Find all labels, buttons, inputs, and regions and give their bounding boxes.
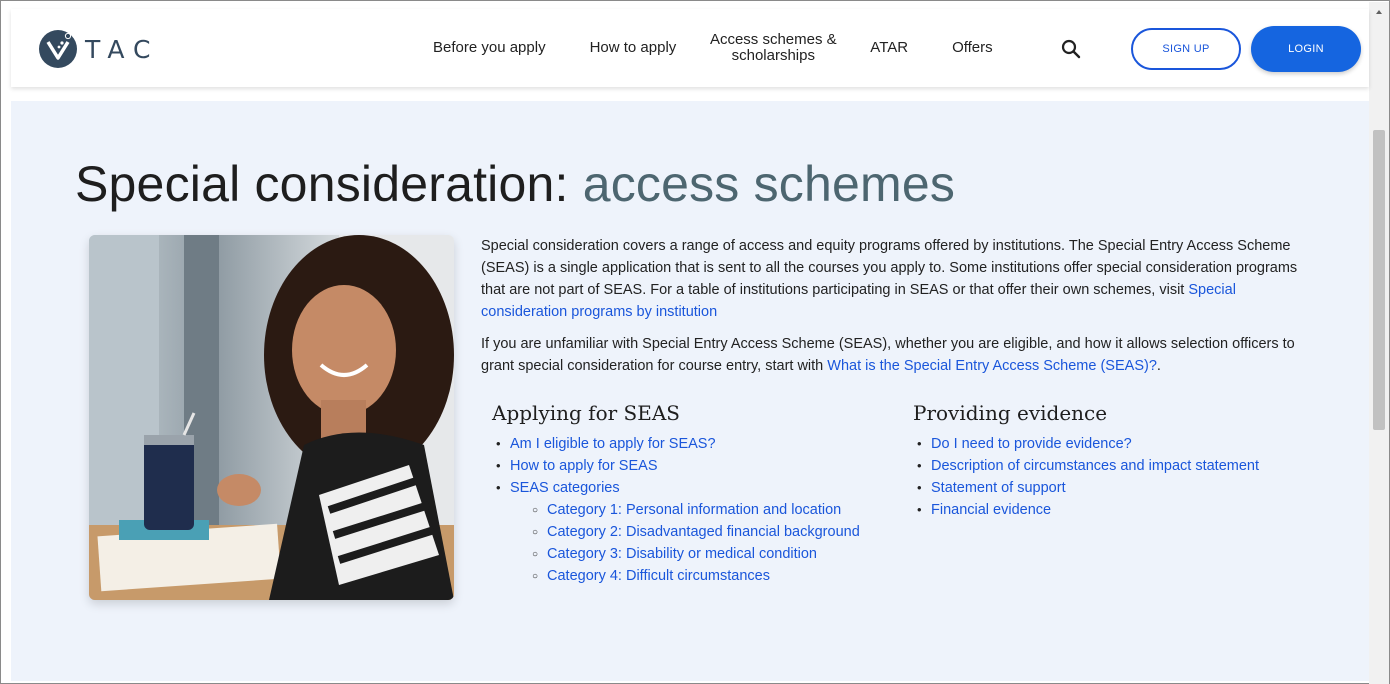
category-1-link[interactable]: Category 1: Personal information and loc…	[547, 502, 841, 518]
title-accent: access schemes	[582, 156, 956, 212]
browser-frame: TAC Before you apply How to apply Access…	[0, 0, 1390, 684]
how-to-apply-seas-link[interactable]: How to apply for SEAS	[510, 458, 658, 474]
evidence-section: Providing evidence Do I need to provide …	[913, 401, 1259, 521]
search-icon[interactable]	[1059, 37, 1083, 61]
category-3-link[interactable]: Category 3: Disability or medical condit…	[547, 546, 817, 562]
nav-access-schemes[interactable]: Access schemes & scholarships	[698, 32, 848, 64]
list-item: Am I eligible to apply for SEAS?	[492, 433, 860, 455]
vtac-logo-icon	[39, 30, 77, 68]
student-photo	[89, 235, 454, 600]
list-item: Category 1: Personal information and loc…	[492, 499, 860, 522]
login-button[interactable]: LOGIN	[1251, 26, 1361, 72]
list-item: Category 3: Disability or medical condit…	[492, 543, 860, 566]
applying-section: Applying for SEAS Am I eligible to apply…	[492, 401, 860, 588]
intro-1-text: Special consideration covers a range of …	[481, 238, 1298, 298]
applying-list: Am I eligible to apply for SEAS? How to …	[492, 433, 860, 588]
nav-before-you-apply[interactable]: Before you apply	[411, 40, 568, 56]
impact-statement-link[interactable]: Description of circumstances and impact …	[931, 458, 1259, 474]
list-item: Do I need to provide evidence?	[913, 433, 1259, 455]
list-item: Category 2: Disadvantaged financial back…	[492, 521, 860, 544]
applying-heading: Applying for SEAS	[492, 401, 680, 425]
intro-paragraph-2: If you are unfamiliar with Special Entry…	[481, 333, 1321, 377]
page-title: Special consideration: access schemes	[75, 155, 955, 213]
site-header: TAC Before you apply How to apply Access…	[11, 9, 1369, 87]
intro-2-end: .	[1156, 358, 1161, 374]
statement-of-support-link[interactable]: Statement of support	[931, 480, 1066, 496]
need-evidence-link[interactable]: Do I need to provide evidence?	[931, 436, 1132, 452]
logo-text: TAC	[85, 34, 160, 64]
nav-atar[interactable]: ATAR	[848, 40, 930, 56]
nav-how-to-apply[interactable]: How to apply	[568, 40, 699, 56]
category-2-link[interactable]: Category 2: Disadvantaged financial back…	[547, 524, 860, 540]
sign-up-button[interactable]: SIGN UP	[1131, 28, 1241, 70]
list-item: Financial evidence	[913, 499, 1259, 521]
seas-categories-link[interactable]: SEAS categories	[510, 480, 620, 496]
list-item: Description of circumstances and impact …	[913, 455, 1259, 477]
title-prefix: Special consideration:	[75, 156, 583, 212]
scrollbar-thumb[interactable]	[1373, 130, 1385, 430]
list-item: SEAS categories	[492, 477, 860, 499]
eligible-link[interactable]: Am I eligible to apply for SEAS?	[510, 436, 716, 452]
scroll-up-arrow-icon[interactable]	[1376, 10, 1382, 14]
intro-paragraph-1: Special consideration covers a range of …	[481, 235, 1321, 323]
nav-offers[interactable]: Offers	[930, 40, 1015, 56]
what-is-seas-link[interactable]: What is the Special Entry Access Scheme …	[827, 358, 1157, 374]
list-item: How to apply for SEAS	[492, 455, 860, 477]
list-item: Statement of support	[913, 477, 1259, 499]
evidence-list: Do I need to provide evidence? Descripti…	[913, 433, 1259, 521]
financial-evidence-link[interactable]: Financial evidence	[931, 502, 1051, 518]
list-item: Category 4: Difficult circumstances	[492, 565, 860, 588]
main-content: Special consideration: access schemes Sp…	[11, 101, 1369, 681]
intro-text: Special consideration covers a range of …	[481, 235, 1321, 387]
main-nav: Before you apply How to apply Access sch…	[411, 9, 1015, 87]
vertical-scrollbar[interactable]	[1369, 2, 1389, 684]
category-4-link[interactable]: Category 4: Difficult circumstances	[547, 568, 770, 584]
vtac-logo[interactable]: TAC	[37, 28, 159, 70]
evidence-heading: Providing evidence	[913, 401, 1108, 425]
